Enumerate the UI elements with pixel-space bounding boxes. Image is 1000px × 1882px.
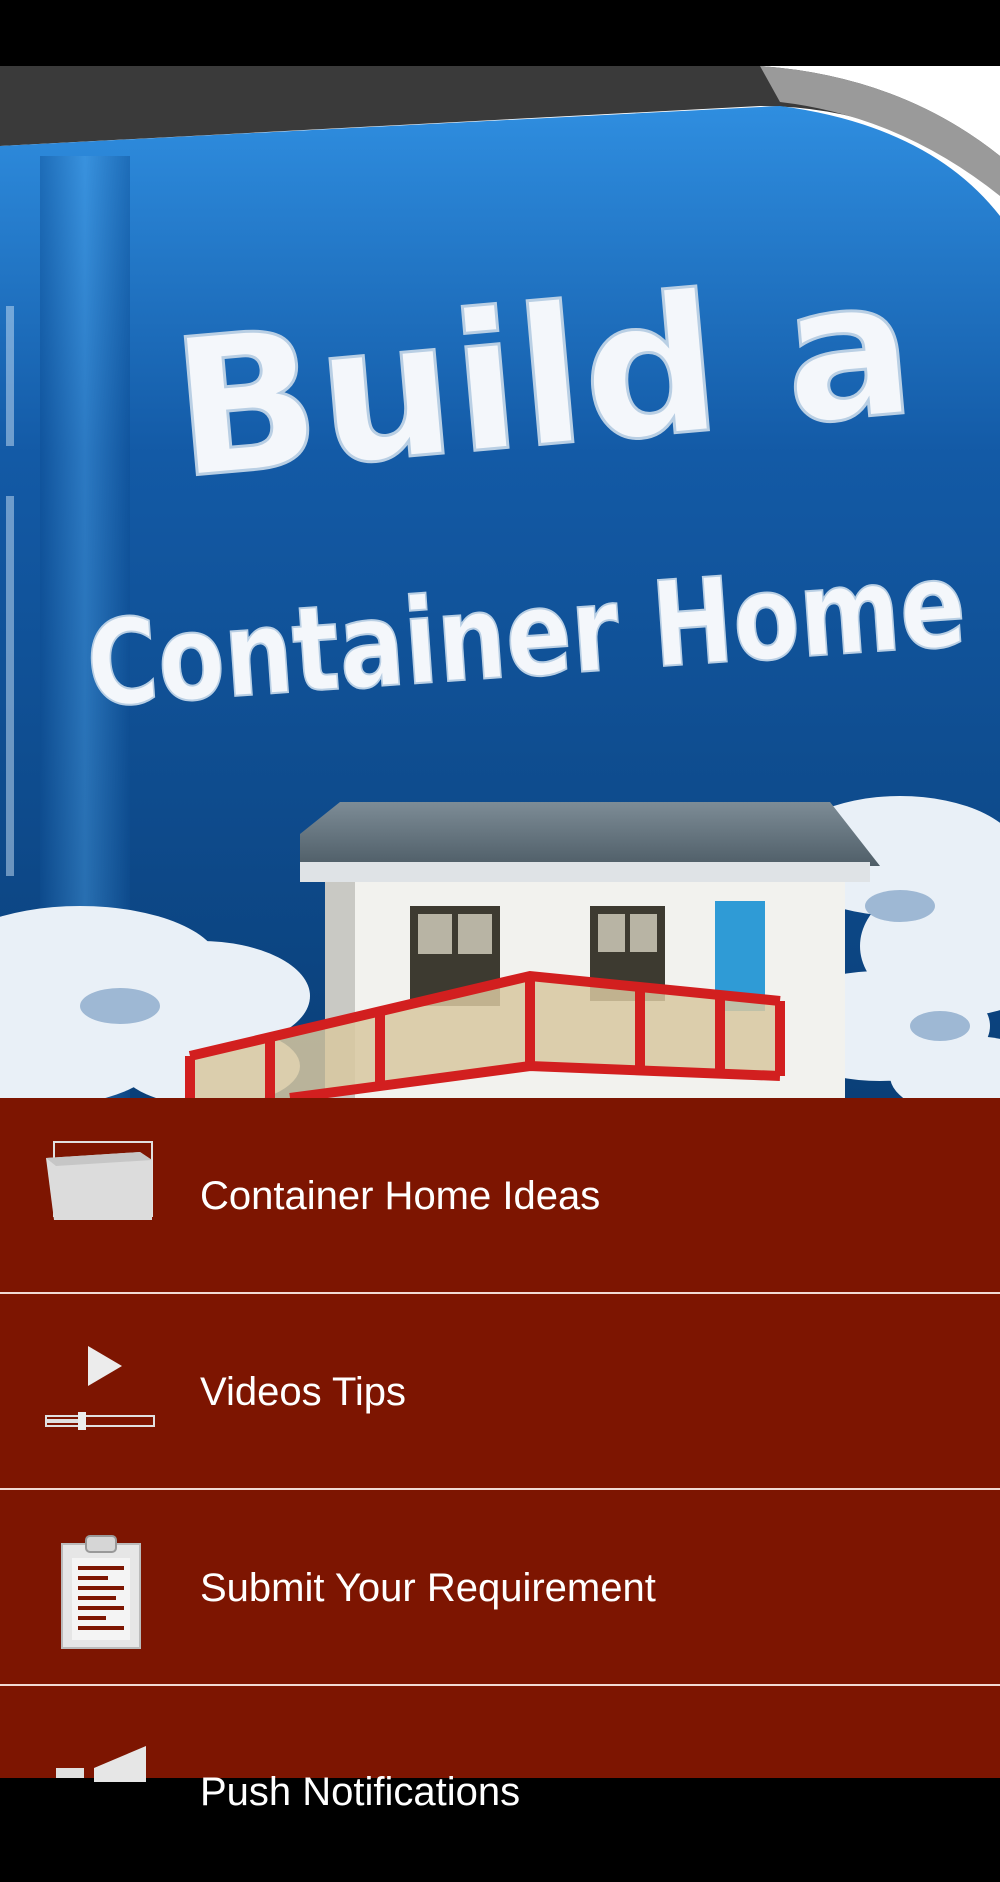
clipboard-icon xyxy=(42,1534,158,1654)
menu-item-label: Submit Your Requirement xyxy=(200,1566,656,1610)
menu-item-push-notifications[interactable]: Push Notifications xyxy=(0,1686,1000,1882)
menu-item-videos-tips[interactable]: Videos Tips xyxy=(0,1294,1000,1490)
product-box-illustration: Build a Container Home xyxy=(0,66,1000,1098)
menu-item-container-home-ideas[interactable]: Container Home Ideas xyxy=(0,1098,1000,1294)
main-menu: Container Home Ideas Videos Tips Submit … xyxy=(0,1098,1000,1814)
folder-icon xyxy=(42,1136,158,1256)
menu-item-label: Container Home Ideas xyxy=(200,1174,601,1218)
menu-item-label: Videos Tips xyxy=(200,1370,407,1414)
banner-image: Build a Container Home xyxy=(0,66,1000,1098)
menu-item-submit-requirement[interactable]: Submit Your Requirement xyxy=(0,1490,1000,1686)
menu-item-label: Push Notifications xyxy=(200,1770,521,1814)
notification-icon xyxy=(42,1742,158,1862)
status-bar xyxy=(0,0,1000,66)
video-play-icon xyxy=(42,1330,158,1450)
